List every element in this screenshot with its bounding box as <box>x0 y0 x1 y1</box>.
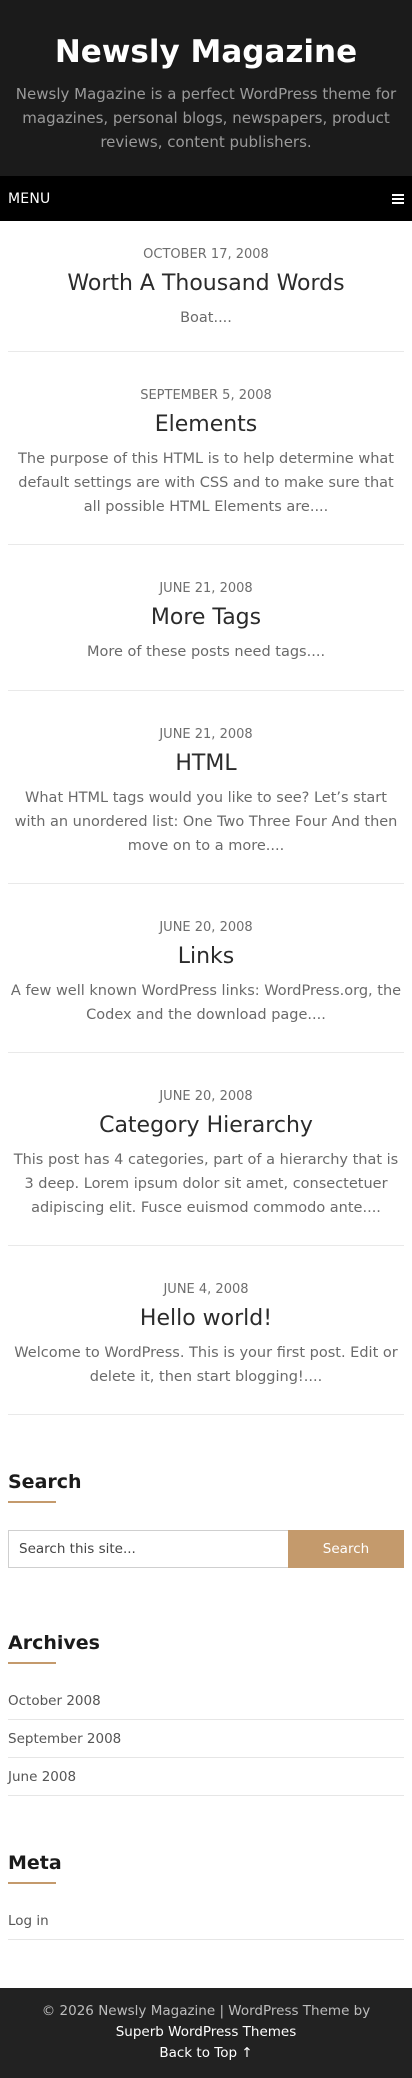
post-title[interactable]: Category Hierarchy <box>8 1110 404 1142</box>
site-tagline: Newsly Magazine is a perfect WordPress t… <box>15 85 397 151</box>
list-item: June 2008 <box>8 1758 404 1796</box>
archives-widget: Archives October 2008 September 2008 Jun… <box>0 1630 412 1796</box>
menu-label[interactable]: MENU <box>8 191 50 207</box>
post-excerpt: The purpose of this HTML is to help dete… <box>18 451 394 515</box>
post-title[interactable]: Elements <box>8 409 404 441</box>
post-excerpt: What HTML tags would you like to see? Le… <box>14 790 398 854</box>
list-item: September 2008 <box>8 1720 404 1758</box>
hamburger-icon[interactable] <box>392 193 404 204</box>
widget-title: Archives <box>8 1632 100 1654</box>
post-item: JUNE 20, 2008 Category Hierarchy This po… <box>8 1053 404 1246</box>
post-list: OCTOBER 17, 2008 Worth A Thousand Words … <box>0 221 412 1415</box>
site-header: Newsly Magazine Newsly Magazine is a per… <box>0 0 412 176</box>
title-underline <box>8 1662 56 1664</box>
footer-credits: © 2026 Newsly Magazine | WordPress Theme… <box>16 2001 396 2043</box>
post-excerpt: A few well known WordPress links: WordPr… <box>10 983 402 1023</box>
site-footer: © 2026 Newsly Magazine | WordPress Theme… <box>0 1988 412 2078</box>
list-item: Log in <box>8 1902 404 1940</box>
post-date[interactable]: JUNE 20, 2008 <box>8 1088 404 1106</box>
post-date[interactable]: JUNE 20, 2008 <box>8 919 404 937</box>
search-button[interactable]: Search <box>288 1530 404 1568</box>
post-title[interactable]: Links <box>8 941 404 973</box>
title-underline <box>8 1882 56 1884</box>
post-item: JUNE 20, 2008 Links A few well known Wor… <box>8 884 404 1053</box>
post-title[interactable]: More Tags <box>8 602 404 634</box>
post-date[interactable]: JUNE 4, 2008 <box>8 1281 404 1299</box>
search-form: Search <box>8 1530 404 1568</box>
post-excerpt: Welcome to WordPress. This is your first… <box>14 1345 398 1385</box>
archive-link[interactable]: June 2008 <box>8 1769 76 1785</box>
copyright-text: © 2026 Newsly Magazine | WordPress Theme… <box>41 2003 371 2019</box>
widget-title: Meta <box>8 1852 62 1874</box>
post-title[interactable]: Hello world! <box>8 1303 404 1335</box>
post-title[interactable]: HTML <box>8 748 404 780</box>
mobile-menu-bar[interactable]: MENU <box>0 176 412 221</box>
theme-credit-link[interactable]: Superb WordPress Themes <box>116 2024 297 2040</box>
post-item: OCTOBER 17, 2008 Worth A Thousand Words … <box>8 221 404 352</box>
site-title[interactable]: Newsly Magazine <box>10 30 402 74</box>
title-underline <box>8 1501 56 1503</box>
archives-list: October 2008 September 2008 June 2008 <box>8 1682 404 1796</box>
post-item: SEPTEMBER 5, 2008 Elements The purpose o… <box>8 352 404 545</box>
post-item: JUNE 21, 2008 More Tags More of these po… <box>8 545 404 691</box>
post-item: JUNE 21, 2008 HTML What HTML tags would … <box>8 691 404 884</box>
meta-list: Log in <box>8 1902 404 1940</box>
post-title[interactable]: Worth A Thousand Words <box>8 268 404 300</box>
list-item: October 2008 <box>8 1682 404 1720</box>
meta-widget: Meta Log in <box>0 1850 412 1940</box>
search-widget: Search Search <box>0 1469 412 1568</box>
archive-link[interactable]: October 2008 <box>8 1693 101 1709</box>
post-date[interactable]: JUNE 21, 2008 <box>8 726 404 744</box>
post-date[interactable]: SEPTEMBER 5, 2008 <box>8 387 404 405</box>
post-date[interactable]: JUNE 21, 2008 <box>8 580 404 598</box>
post-excerpt: More of these posts need tags.... <box>86 644 326 660</box>
widget-title: Search <box>8 1471 82 1493</box>
post-excerpt: Boat.... <box>180 310 232 326</box>
search-input[interactable] <box>8 1530 288 1568</box>
post-item: JUNE 4, 2008 Hello world! Welcome to Wor… <box>8 1246 404 1415</box>
login-link[interactable]: Log in <box>8 1913 49 1929</box>
post-date[interactable]: OCTOBER 17, 2008 <box>8 246 404 264</box>
archive-link[interactable]: September 2008 <box>8 1731 121 1747</box>
post-excerpt: This post has 4 categories, part of a hi… <box>13 1152 399 1216</box>
